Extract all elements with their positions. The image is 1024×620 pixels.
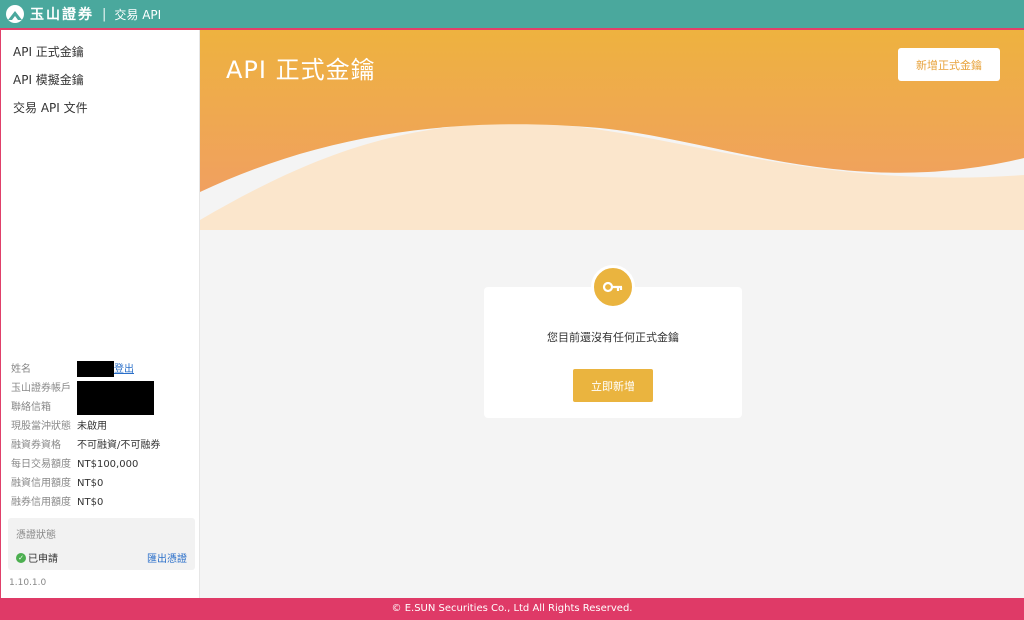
page-title: API 正式金鑰 [226, 56, 376, 84]
certificate-status-text: 已申請 [28, 554, 58, 565]
create-now-button[interactable]: 立即新增 [573, 369, 653, 402]
info-row-margin: 融資券資格 不可融資/不可融券 [1, 436, 201, 455]
brand-name[interactable]: 玉山證券 [30, 4, 94, 24]
account-label: 玉山證券帳戶 [11, 383, 71, 394]
sidebar: API 正式金鑰 API 模擬金鑰 交易 API 文件 姓名 登出 玉山證券帳戶… [0, 30, 200, 598]
short-credit-label: 融券信用額度 [11, 497, 71, 508]
main-content: API 正式金鑰 新增正式金鑰 您目前還沒有任何正式金鑰 立即新增 [200, 30, 1024, 598]
top-header: 玉山證券 | 交易 API [0, 0, 1024, 30]
check-circle-icon: ✓ [16, 552, 26, 563]
name-label: 姓名 [11, 364, 31, 375]
esun-logo-icon[interactable] [6, 5, 24, 23]
daily-limit-value: NT$100,000 [77, 459, 139, 470]
info-row-name: 姓名 登出 [1, 360, 201, 379]
sidebar-item-simulation-key[interactable]: API 模擬金鑰 [1, 66, 199, 94]
key-icon [591, 265, 635, 309]
margin-credit-label: 融資信用額度 [11, 478, 71, 489]
certificate-status: ✓ 已申請 [16, 550, 58, 565]
sidebar-nav: API 正式金鑰 API 模擬金鑰 交易 API 文件 [1, 30, 199, 122]
margin-label: 融資券資格 [11, 440, 61, 451]
footer: © E.SUN Securities Co., Ltd All Rights R… [0, 598, 1024, 620]
product-name: 交易 API [114, 7, 162, 22]
certificate-panel: 憑證狀態 ✓ 已申請 匯出憑證 [8, 518, 195, 570]
daily-limit-label: 每日交易額度 [11, 459, 71, 470]
app-version: 1.10.1.0 [9, 578, 47, 588]
brand-separator: | [102, 6, 107, 22]
daytrade-value: 未啟用 [77, 421, 107, 432]
redacted-account-email [77, 381, 154, 415]
daytrade-label: 現股當沖狀態 [11, 421, 71, 432]
margin-value: 不可融資/不可融券 [77, 440, 161, 451]
redacted-name [77, 361, 114, 377]
info-row-daytrade: 現股當沖狀態 未啟用 [1, 417, 201, 436]
email-label: 聯絡信箱 [11, 402, 51, 413]
info-row-margin-credit: 融資信用額度 NT$0 [1, 474, 201, 493]
add-production-key-button[interactable]: 新增正式金鑰 [898, 48, 1000, 81]
info-row-account: 玉山證券帳戶 [1, 379, 201, 415]
sidebar-item-api-docs[interactable]: 交易 API 文件 [1, 94, 199, 122]
certificate-title: 憑證狀態 [16, 530, 56, 541]
empty-state-card: 您目前還沒有任何正式金鑰 立即新增 [484, 265, 742, 418]
info-row-daily-limit: 每日交易額度 NT$100,000 [1, 455, 201, 474]
sidebar-item-production-key[interactable]: API 正式金鑰 [1, 38, 199, 66]
logout-link[interactable]: 登出 [114, 364, 134, 375]
account-info: 姓名 登出 玉山證券帳戶 聯絡信箱 現股當沖狀態 未啟用 融資券資格 不可融資/… [1, 360, 201, 512]
short-credit-value: NT$0 [77, 497, 104, 508]
margin-credit-value: NT$0 [77, 478, 104, 489]
info-row-short-credit: 融券信用額度 NT$0 [1, 493, 201, 512]
empty-state-message: 您目前還沒有任何正式金鑰 [547, 331, 679, 344]
export-certificate-link[interactable]: 匯出憑證 [147, 550, 187, 565]
